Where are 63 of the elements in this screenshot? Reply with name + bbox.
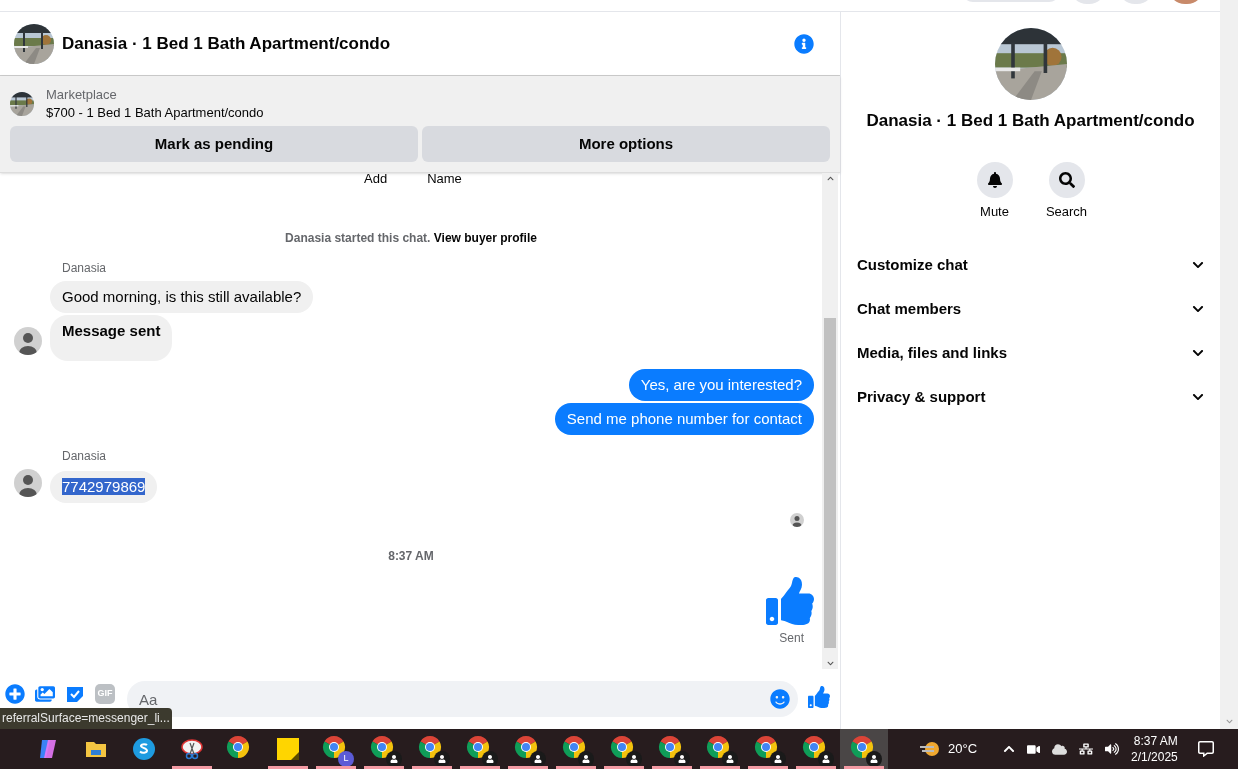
scroll-down-icon[interactable] xyxy=(826,660,834,667)
message-bubble: Message sent xyxy=(50,314,173,361)
listing-title: $700 - 1 Bed 1 Bath Apartment/condo xyxy=(46,104,264,122)
chevron-down-icon xyxy=(1192,391,1204,403)
cloud-icon[interactable] xyxy=(1052,741,1068,757)
avatar xyxy=(14,326,42,355)
scrollbar[interactable] xyxy=(822,173,838,669)
bell-icon xyxy=(986,171,1003,188)
mute-button[interactable] xyxy=(976,161,1013,198)
message-bubble: Yes, are you interested? xyxy=(628,368,814,401)
photo-icon[interactable] xyxy=(35,684,55,704)
listing-action-button[interactable]: Mark as pending xyxy=(10,126,418,162)
notifications-icon[interactable] xyxy=(1197,741,1214,757)
profile-badge: L xyxy=(338,751,354,767)
avatar xyxy=(790,512,804,527)
temperature: 20°C xyxy=(948,740,978,759)
avatar xyxy=(14,468,42,497)
scroll-up-icon[interactable] xyxy=(826,175,834,182)
chevron-up-icon[interactable] xyxy=(1003,743,1016,755)
timestamp: 8:37 AM xyxy=(387,547,435,565)
listing-action-button[interactable]: More options xyxy=(422,126,830,162)
message-bubble: Good morning, is this still available? xyxy=(50,280,314,313)
chevron-down-icon xyxy=(1192,259,1204,271)
network-icon[interactable] xyxy=(1079,742,1094,756)
taskbar-app[interactable]: L xyxy=(312,729,360,769)
details-section[interactable]: Customize chat xyxy=(857,243,1204,287)
chat-title: Danasia · 1 Bed 1 Bath Apartment/condo xyxy=(62,32,392,55)
details-section[interactable]: Media, files and links xyxy=(857,331,1204,375)
sticky-note-icon xyxy=(276,737,300,761)
buyer-profile-link[interactable]: View buyer profile xyxy=(433,230,537,245)
sender-name: Danasia xyxy=(62,447,108,465)
message-bubble: Send me phone number for contact xyxy=(554,402,814,435)
volume-icon[interactable] xyxy=(1105,742,1120,756)
emoji-icon[interactable] xyxy=(770,689,790,709)
details-section[interactable]: Privacy & support xyxy=(857,375,1204,419)
search-icon xyxy=(1058,171,1075,188)
scissors-icon xyxy=(180,737,204,761)
page-scrollbar[interactable] xyxy=(1220,0,1238,729)
conversation-name: Danasia · 1 Bed 1 Bath Apartment/condo xyxy=(866,110,1195,132)
listing-source: Marketplace xyxy=(46,86,118,104)
delivery-status: Sent xyxy=(779,629,805,647)
skype-icon xyxy=(132,737,156,761)
like-icon[interactable] xyxy=(808,686,830,708)
link-tooltip: referralSurface=messenger_li... xyxy=(0,708,172,729)
contact-label: Name xyxy=(427,173,462,188)
clock-date[interactable]: 2/1/2025 xyxy=(1131,749,1178,765)
details-section[interactable]: Chat members xyxy=(857,287,1204,331)
contact-label: Add xyxy=(364,173,388,188)
search-button[interactable] xyxy=(1048,161,1085,198)
action-label: Mute xyxy=(980,202,1009,221)
sticker-icon[interactable] xyxy=(65,684,85,704)
message-bubble: 7742979869 xyxy=(50,470,158,503)
sender-name: Danasia xyxy=(62,259,108,277)
add-icon[interactable] xyxy=(5,684,25,704)
chat-start-note: Danasia started this chat. View buyer profile xyxy=(284,229,538,247)
like-icon xyxy=(766,576,814,625)
clock-time[interactable]: 8:37 AM xyxy=(1133,733,1178,749)
camera-icon[interactable] xyxy=(1027,742,1041,756)
info-icon[interactable] xyxy=(794,33,814,54)
taskbar-app[interactable] xyxy=(840,729,888,769)
chevron-down-icon xyxy=(1192,347,1204,359)
chevron-down-icon xyxy=(1192,303,1204,315)
action-label: Search xyxy=(1045,202,1088,221)
